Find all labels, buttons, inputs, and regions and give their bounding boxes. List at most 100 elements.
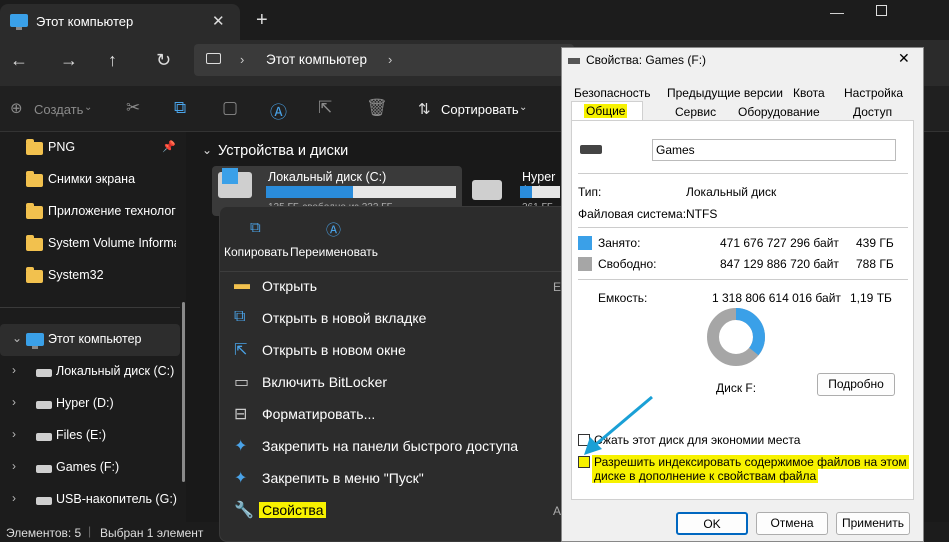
menu-item-bitlocker[interactable]: ▭ Включить BitLocker bbox=[220, 366, 580, 398]
sidebar-item-svi[interactable]: System Volume Informat bbox=[0, 228, 180, 260]
cut-icon[interactable]: ✂ bbox=[126, 98, 140, 118]
sidebar-item-label: Приложение технолог bbox=[48, 204, 176, 218]
menu-item-pin-start[interactable]: ✦ Закрепить в меню "Пуск" bbox=[220, 462, 580, 494]
sort-icon: ⇅ bbox=[418, 101, 431, 118]
drive-icon bbox=[36, 401, 52, 409]
ok-button[interactable]: OK bbox=[676, 512, 748, 535]
pin-icon: 📌 bbox=[162, 141, 176, 153]
tab-this-pc[interactable]: Этот компьютер ✕ bbox=[0, 4, 240, 40]
capacity-bytes: 1 318 806 614 016 байт bbox=[712, 291, 841, 305]
tab-security[interactable]: Безопасность bbox=[574, 86, 651, 100]
tab-previous-versions[interactable]: Предыдущие версии bbox=[667, 86, 783, 100]
folder-icon bbox=[26, 139, 43, 155]
sidebar-item-drive-e[interactable]: › Files (E:) bbox=[0, 420, 180, 452]
sidebar-item-drive-d[interactable]: › Hyper (D:) bbox=[0, 388, 180, 420]
sidebar-item-label: USB-накопитель (G:) bbox=[56, 492, 177, 506]
chevron-right-icon[interactable]: › bbox=[12, 363, 16, 377]
free-color-swatch bbox=[578, 257, 592, 271]
general-panel: Games Тип: Локальный диск Файловая систе… bbox=[571, 120, 914, 500]
menu-item-label: Форматировать... bbox=[262, 406, 376, 422]
minimize-icon[interactable]: — bbox=[830, 4, 844, 20]
chevron-right-icon[interactable]: › bbox=[12, 395, 16, 409]
sidebar-item-png[interactable]: PNG 📌 bbox=[0, 132, 180, 164]
tab-hardware[interactable]: Оборудование bbox=[738, 105, 820, 119]
up-icon[interactable]: ↑ bbox=[108, 50, 117, 71]
menu-item-pin-quick-access[interactable]: ✦ Закрепить на панели быстрого доступа bbox=[220, 430, 580, 462]
type-label: Тип: bbox=[578, 185, 602, 199]
divider bbox=[578, 227, 908, 228]
windows-logo-icon bbox=[222, 168, 238, 184]
drive-icon bbox=[580, 145, 602, 154]
apply-button[interactable]: Применить bbox=[836, 512, 910, 535]
drive-name: Локальный диск (C:) bbox=[268, 170, 387, 184]
address-bar[interactable]: › Этот компьютер › bbox=[194, 44, 574, 76]
drive-icon bbox=[472, 180, 502, 200]
computer-outline-icon bbox=[206, 53, 221, 64]
maximize-icon[interactable] bbox=[876, 5, 887, 16]
details-button[interactable]: Подробно bbox=[817, 373, 895, 396]
create-button[interactable]: Создать bbox=[34, 102, 83, 117]
arrow-line bbox=[593, 395, 653, 448]
chevron-right-icon[interactable]: › bbox=[12, 459, 16, 473]
group-chevron-icon[interactable]: ⌄ bbox=[202, 143, 212, 157]
close-icon[interactable]: ✕ bbox=[898, 50, 910, 67]
scrollbar[interactable] bbox=[182, 302, 185, 482]
rename-icon[interactable]: Ⓐ bbox=[270, 98, 287, 123]
sidebar-item-label: Files (E:) bbox=[56, 428, 106, 442]
chevron-down-icon[interactable]: ⌄ bbox=[12, 331, 22, 345]
tab-service[interactable]: Сервис bbox=[675, 105, 716, 119]
menu-item-label: Закрепить на панели быстрого доступа bbox=[262, 438, 519, 454]
share-icon[interactable]: ⇱ bbox=[318, 98, 332, 118]
sidebar-item-drive-f[interactable]: › Games (F:) bbox=[0, 452, 180, 484]
fs-value: NTFS bbox=[686, 207, 718, 221]
close-tab-icon[interactable]: ✕ bbox=[212, 12, 225, 30]
sort-chevron-icon: ⌄ bbox=[519, 102, 528, 113]
item-count: Элементов: 5 bbox=[6, 526, 82, 540]
menu-item-label: Открыть в новой вкладке bbox=[262, 310, 427, 326]
chevron-right-icon[interactable]: › bbox=[12, 491, 16, 505]
drive-icon bbox=[36, 497, 52, 505]
rename-button[interactable]: Ⓐ Переименовать bbox=[290, 215, 380, 265]
refresh-icon[interactable]: ↻ bbox=[156, 50, 171, 71]
copy-button[interactable]: ⧉ Копировать bbox=[224, 215, 290, 265]
sidebar-item-screenshots[interactable]: Снимки экрана bbox=[0, 164, 180, 196]
cancel-button[interactable]: Отмена bbox=[756, 512, 828, 535]
tab-customize[interactable]: Настройка bbox=[844, 86, 903, 100]
forward-icon[interactable]: → bbox=[60, 50, 78, 71]
sidebar-item-this-pc[interactable]: ⌄ Этот компьютер bbox=[0, 324, 180, 356]
rename-icon: Ⓐ bbox=[326, 222, 342, 239]
new-tab-icon[interactable]: + bbox=[256, 9, 268, 32]
tab-quota[interactable]: Квота bbox=[793, 86, 825, 100]
sidebar-item-drive-c[interactable]: › Локальный диск (C:) bbox=[0, 356, 180, 388]
tab-general[interactable]: Общие bbox=[571, 101, 643, 121]
breadcrumb-chevron-icon[interactable]: › bbox=[388, 52, 392, 67]
menu-item-open[interactable]: ▬ Открыть Er bbox=[220, 270, 580, 302]
context-menu: ⧉ Копировать Ⓐ Переименовать ▬ Открыть E… bbox=[219, 206, 580, 542]
paste-icon[interactable]: ▢ bbox=[222, 98, 238, 118]
sidebar-item-system32[interactable]: System32 bbox=[0, 260, 180, 292]
menu-item-open-new-window[interactable]: ⇱ Открыть в новом окне bbox=[220, 334, 580, 366]
breadcrumb: Этот компьютер bbox=[266, 52, 367, 67]
folder-icon bbox=[26, 235, 43, 251]
menu-item-format[interactable]: ⊟ Форматировать... bbox=[220, 398, 580, 430]
create-plus-icon: ⊕ bbox=[10, 100, 23, 117]
back-icon[interactable]: ← bbox=[10, 50, 28, 71]
delete-icon[interactable]: 🗑 bbox=[366, 98, 388, 118]
volume-name-field[interactable]: Games bbox=[652, 139, 896, 161]
menu-item-label: Открыть bbox=[262, 278, 317, 294]
create-chevron-icon: ⌄ bbox=[84, 102, 93, 113]
free-bytes: 847 129 886 720 байт bbox=[720, 257, 839, 271]
chevron-right-icon[interactable]: › bbox=[12, 427, 16, 441]
copy-label: Копировать bbox=[224, 245, 289, 259]
menu-item-open-new-tab[interactable]: ⧉ Открыть в новой вкладке bbox=[220, 302, 580, 334]
index-label-line2: диске в дополнение к свойствам файла bbox=[592, 469, 819, 483]
tab-sharing[interactable]: Доступ bbox=[853, 105, 892, 119]
copy-icon[interactable]: ⧉ bbox=[174, 98, 186, 118]
sort-button[interactable]: Сортировать bbox=[441, 102, 519, 117]
sidebar-item-app-tech[interactable]: Приложение технолог bbox=[0, 196, 180, 228]
usage-bar bbox=[520, 186, 560, 198]
section-title: Устройства и диски bbox=[218, 143, 349, 159]
sidebar-item-label: Hyper (D:) bbox=[56, 396, 114, 410]
sidebar-item-drive-g[interactable]: › USB-накопитель (G:) bbox=[0, 484, 180, 516]
menu-item-properties[interactable]: 🔧 Свойства Al bbox=[220, 494, 580, 526]
